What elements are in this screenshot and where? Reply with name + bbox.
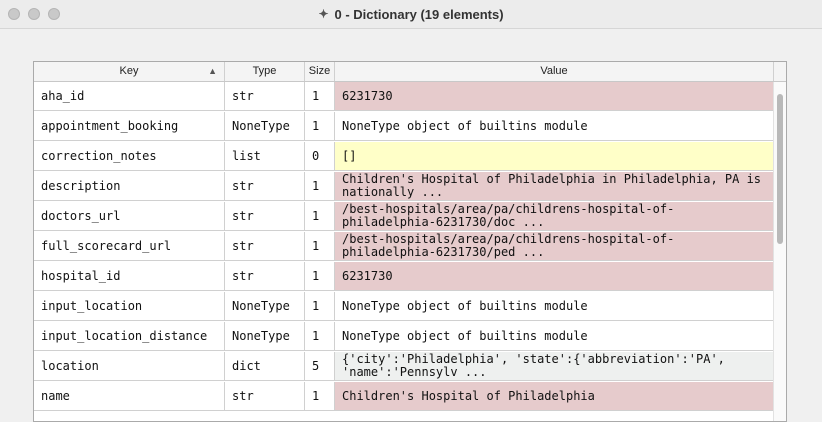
- row-value-cell[interactable]: /best-hospitals/area/pa/childrens-hospit…: [335, 232, 774, 261]
- row-size-cell[interactable]: 1: [305, 172, 335, 201]
- column-header-value[interactable]: Value: [335, 62, 774, 81]
- row-key-cell[interactable]: full_scorecard_url: [34, 232, 225, 261]
- row-key-cell[interactable]: correction_notes: [34, 142, 225, 171]
- row-type-cell[interactable]: NoneType: [225, 112, 305, 141]
- table-row[interactable]: location dict 5 {'city':'Philadelphia', 'st…: [34, 352, 774, 382]
- row-type-cell[interactable]: NoneType: [225, 322, 305, 351]
- table-row[interactable]: name str 1 Children's Hospital of Philadelp…: [34, 382, 774, 412]
- row-value-cell[interactable]: NoneType object of builtins module: [335, 322, 774, 351]
- table-row[interactable]: hospital_id str 1 6231730: [34, 262, 774, 292]
- row-key-cell[interactable]: doctors_url: [34, 202, 225, 231]
- window-title: ✦ 0 - Dictionary (19 elements): [0, 0, 822, 28]
- row-value-cell[interactable]: 6231730: [335, 262, 774, 291]
- row-size-cell[interactable]: 5: [305, 352, 335, 381]
- dictionary-table: Key ▲ Type Size Value aha_id str 1 6231730 a…: [33, 61, 787, 422]
- row-type-cell[interactable]: str: [225, 172, 305, 201]
- table-row[interactable]: input_location_distance NoneType 1 NoneType…: [34, 322, 774, 352]
- row-value-cell[interactable]: NoneType object of builtins module: [335, 292, 774, 321]
- row-size-cell[interactable]: 1: [305, 82, 335, 111]
- table-row[interactable]: description str 1 Children's Hospital of Ph…: [34, 172, 774, 202]
- row-value-cell[interactable]: []: [335, 142, 774, 171]
- vertical-scrollbar[interactable]: [773, 82, 786, 421]
- table-row[interactable]: full_scorecard_url str 1/best-hospitals/ar…: [34, 232, 774, 262]
- row-size-cell[interactable]: 1: [305, 382, 335, 411]
- row-value-cell[interactable]: Children's Hospital of Philadelphia in P…: [335, 172, 774, 201]
- row-size-cell[interactable]: 0: [305, 142, 335, 171]
- scrollbar-thumb[interactable]: [777, 94, 783, 244]
- row-size-cell[interactable]: 1: [305, 112, 335, 141]
- title-bar: ✦ 0 - Dictionary (19 elements): [0, 0, 822, 29]
- column-header-size[interactable]: Size: [305, 62, 335, 81]
- row-value-cell[interactable]: Children's Hospital of Philadelphia: [335, 382, 774, 411]
- row-value-cell[interactable]: NoneType object of builtins module: [335, 112, 774, 141]
- row-key-cell[interactable]: aha_id: [34, 82, 225, 111]
- row-size-cell[interactable]: 1: [305, 262, 335, 291]
- row-size-cell[interactable]: 1: [305, 232, 335, 261]
- window-title-text: 0 - Dictionary (19 elements): [334, 6, 504, 22]
- row-type-cell[interactable]: str: [225, 382, 305, 411]
- row-size-cell[interactable]: 1: [305, 202, 335, 231]
- table-row[interactable]: aha_id str 1 6231730: [34, 82, 774, 112]
- row-size-cell[interactable]: 1: [305, 322, 335, 351]
- row-type-cell[interactable]: list: [225, 142, 305, 171]
- row-key-cell[interactable]: location: [34, 352, 225, 381]
- row-key-cell[interactable]: input_location_distance: [34, 322, 225, 351]
- row-key-cell[interactable]: appointment_booking: [34, 112, 225, 141]
- app-icon: ✦: [318, 7, 329, 21]
- row-type-cell[interactable]: str: [225, 232, 305, 261]
- column-header-key[interactable]: Key ▲: [34, 62, 225, 81]
- row-value-cell[interactable]: /best-hospitals/area/pa/childrens-hospit…: [335, 202, 774, 231]
- row-key-cell[interactable]: input_location: [34, 292, 225, 321]
- table-body: aha_id str 1 6231730 appointment_booking None…: [34, 82, 774, 412]
- row-type-cell[interactable]: dict: [225, 352, 305, 381]
- table-row[interactable]: appointment_booking NoneType 1 NoneType obj…: [34, 112, 774, 142]
- row-type-cell[interactable]: NoneType: [225, 292, 305, 321]
- row-size-cell[interactable]: 1: [305, 292, 335, 321]
- row-type-cell[interactable]: str: [225, 202, 305, 231]
- table-header: Key ▲ Type Size Value: [34, 62, 786, 82]
- row-value-cell[interactable]: 6231730: [335, 82, 774, 111]
- table-row[interactable]: correction_notes list 0[]: [34, 142, 774, 172]
- dialog-content: Key ▲ Type Size Value aha_id str 1 6231730 a…: [0, 29, 822, 422]
- sort-ascending-icon: ▲: [208, 66, 217, 76]
- column-header-type[interactable]: Type: [225, 62, 305, 81]
- row-value-cell[interactable]: {'city':'Philadelphia', 'state':{'abbrev…: [335, 352, 774, 381]
- row-key-cell[interactable]: hospital_id: [34, 262, 225, 291]
- table-row[interactable]: input_location NoneType 1 NoneType object o…: [34, 292, 774, 322]
- row-key-cell[interactable]: name: [34, 382, 225, 411]
- row-type-cell[interactable]: str: [225, 82, 305, 111]
- row-key-cell[interactable]: description: [34, 172, 225, 201]
- table-row[interactable]: doctors_url str 1/best-hospitals/area/pa/c…: [34, 202, 774, 232]
- row-type-cell[interactable]: str: [225, 262, 305, 291]
